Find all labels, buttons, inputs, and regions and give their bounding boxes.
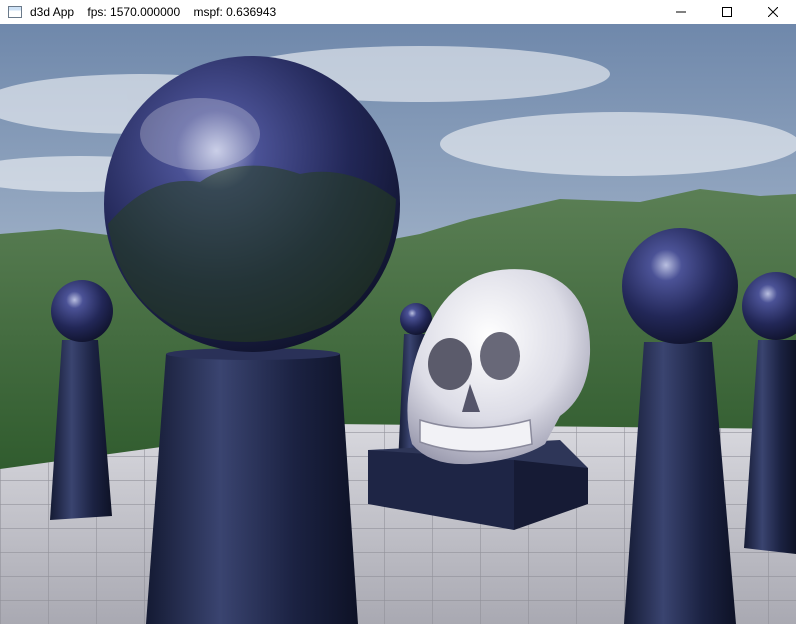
sphere-right-middle [622,228,738,344]
title-bar[interactable]: d3d App fps: 1570.000000 mspf: 0.636943 [0,0,796,24]
minimize-button[interactable] [658,0,704,24]
window-controls [658,0,796,24]
sphere-large-reflection [140,98,260,170]
app-icon [8,6,22,18]
minimize-icon [676,11,686,13]
maximize-button[interactable] [704,0,750,24]
window-title: d3d App fps: 1570.000000 mspf: 0.636943 [30,5,277,19]
maximize-icon [722,7,732,17]
close-icon [768,7,778,17]
render-viewport[interactable] [0,24,796,624]
close-button[interactable] [750,0,796,24]
scene-canvas [0,24,796,624]
sphere-left-small [51,280,113,342]
pillar-large [146,354,358,624]
app-window: d3d App fps: 1570.000000 mspf: 0.636943 [0,0,796,624]
